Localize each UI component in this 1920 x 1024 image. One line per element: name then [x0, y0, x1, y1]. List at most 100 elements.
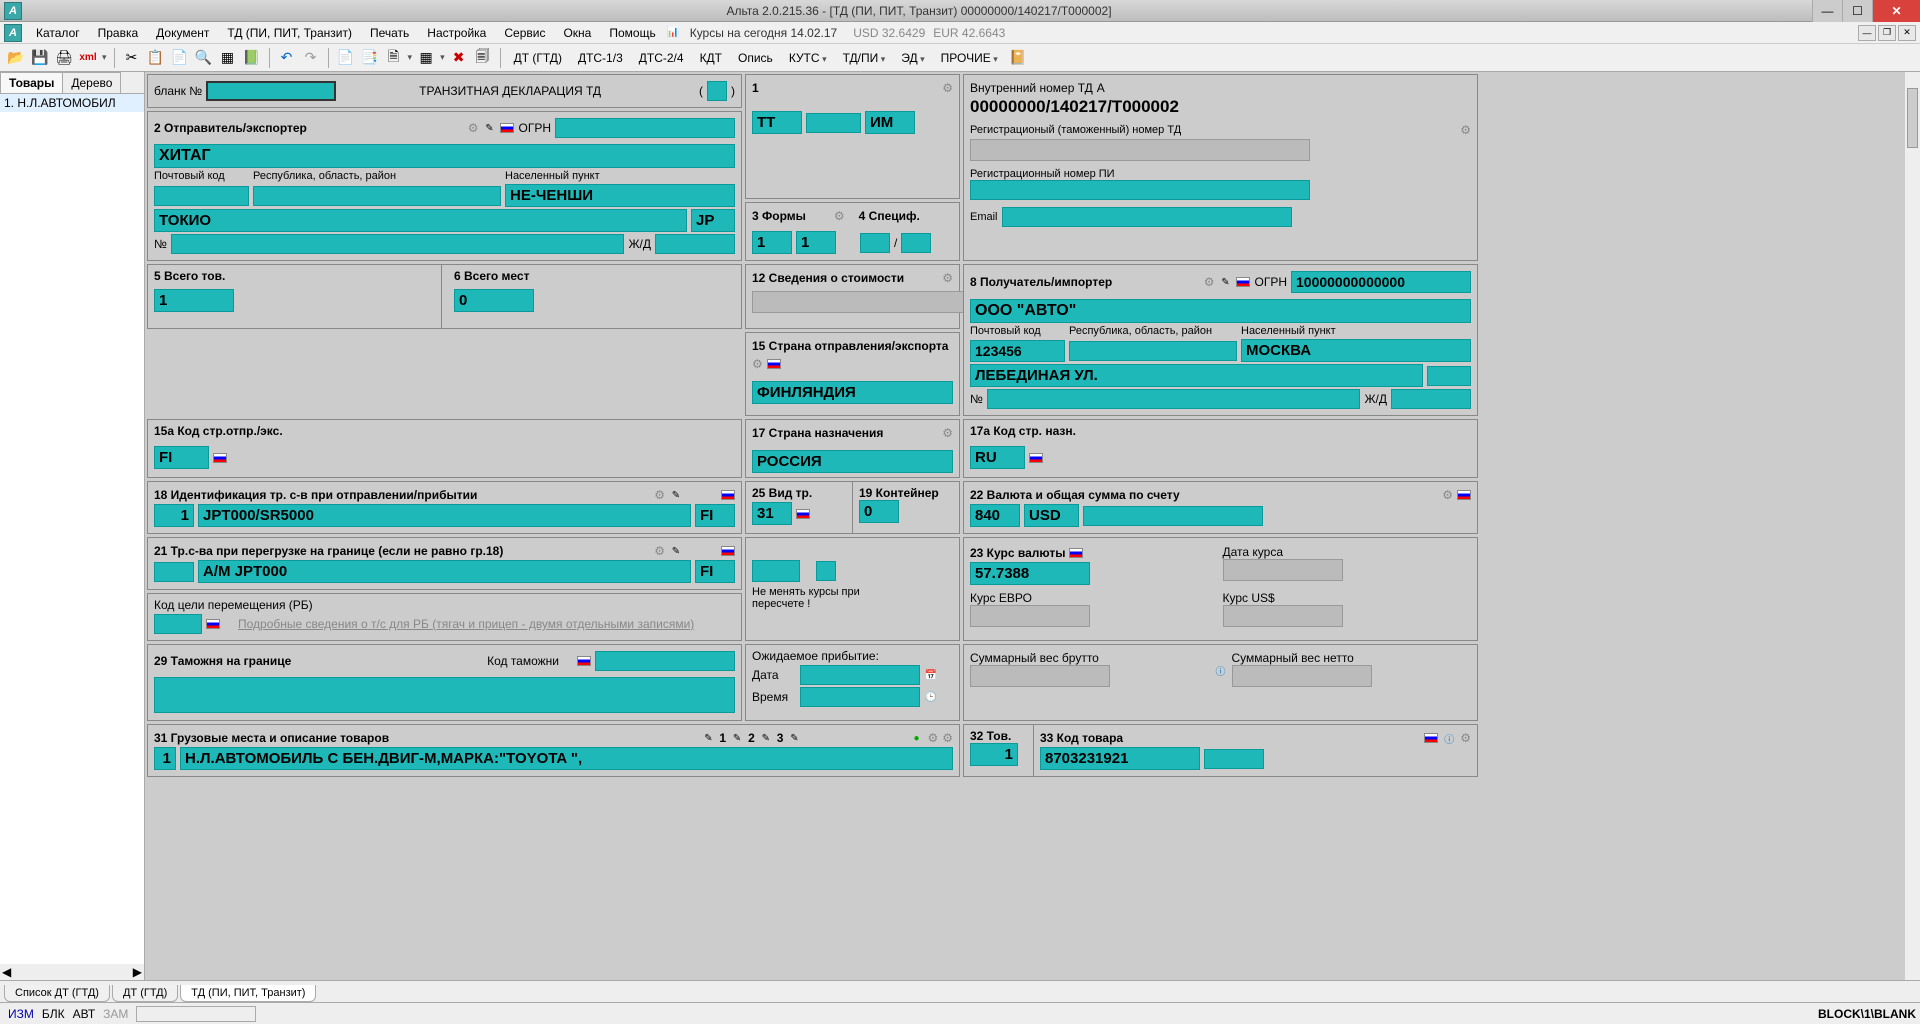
delete-icon[interactable]: ✖	[449, 48, 469, 68]
field-3b[interactable]: 1	[796, 231, 836, 254]
checkbox-keep-rates[interactable]	[816, 561, 836, 581]
save-icon[interactable]: 💾	[30, 48, 50, 68]
stack-icon[interactable]: 🗐	[473, 48, 493, 68]
flag-icon[interactable]	[1029, 453, 1043, 463]
field-region2[interactable]	[253, 186, 501, 206]
flag-icon[interactable]	[213, 453, 227, 463]
gear-icon[interactable]: ⚙	[752, 357, 763, 371]
field-recv-name[interactable]: ООО "АВТО"	[970, 299, 1471, 323]
field-reg-pi[interactable]	[970, 180, 1310, 200]
field-house8[interactable]	[987, 389, 1361, 409]
info-icon[interactable]: ⓘ	[1442, 731, 1456, 745]
menu-td[interactable]: ТД (ПИ, ПИТ, Транзит)	[219, 24, 360, 42]
flag-icon[interactable]	[577, 656, 591, 666]
tb-dts13[interactable]: ДТС-1/3	[572, 49, 629, 67]
new-doc-icon[interactable]: 📄	[336, 48, 356, 68]
field-decl-flag[interactable]	[707, 81, 727, 101]
field-4b[interactable]	[901, 233, 931, 253]
form-vscroll[interactable]	[1904, 72, 1920, 980]
field-city2b[interactable]: ТОКИО	[154, 209, 687, 232]
field-17a[interactable]: RU	[970, 446, 1025, 469]
find-icon[interactable]: 🔍	[194, 48, 214, 68]
menu-catalog[interactable]: Каталог	[28, 24, 88, 42]
btab-td[interactable]: ТД (ПИ, ПИТ, Транзит)	[180, 985, 316, 1002]
field-18v[interactable]: JPT000/SR5000	[198, 504, 691, 527]
tb-ed[interactable]: ЭД	[895, 49, 930, 67]
gear-icon[interactable]: ⚙	[927, 731, 938, 745]
sidebar-hscroll[interactable]: ◀▶	[0, 964, 144, 980]
info-icon[interactable]: ⓘ	[1214, 664, 1228, 678]
tb-dt[interactable]: ДТ (ГТД)	[508, 49, 568, 67]
xml-icon[interactable]: xml	[78, 48, 98, 68]
edit-icon[interactable]: ✎	[759, 731, 773, 745]
tab-goods[interactable]: Товары	[0, 72, 63, 93]
tb-other[interactable]: ПРОЧИЕ	[935, 49, 1004, 67]
field-street2[interactable]	[171, 234, 625, 254]
field-33[interactable]: 8703231921	[1040, 747, 1200, 770]
field-country2[interactable]: JP	[691, 209, 735, 232]
maximize-button[interactable]: ☐	[1842, 0, 1872, 22]
field-email[interactable]	[1002, 207, 1292, 227]
field-31n[interactable]: 1	[154, 747, 176, 770]
journal-icon[interactable]: 📔	[1008, 48, 1028, 68]
gear-icon[interactable]: ⚙	[942, 426, 953, 440]
grid-icon[interactable]: ▦	[218, 48, 238, 68]
gear-icon[interactable]: ⚙	[942, 731, 953, 745]
btab-dt[interactable]: ДТ (ГТД)	[112, 985, 178, 1002]
calendar-icon[interactable]: 📅	[924, 668, 938, 682]
field-rb[interactable]	[154, 614, 202, 634]
menu-service[interactable]: Сервис	[496, 24, 553, 42]
field-1-mid[interactable]	[806, 113, 861, 133]
redo-icon[interactable]: ↷	[301, 48, 321, 68]
menu-document[interactable]: Документ	[148, 24, 217, 42]
gear-icon[interactable]: ⚙	[1460, 731, 1471, 745]
edit-icon[interactable]: ✎	[669, 544, 683, 558]
field-brutto[interactable]	[970, 665, 1110, 687]
tb-kdt[interactable]: КДТ	[694, 49, 728, 67]
undo-icon[interactable]: ↶	[277, 48, 297, 68]
tb-tdpi[interactable]: ТД/ПИ	[837, 49, 892, 67]
field-city8[interactable]: МОСКВА	[1241, 339, 1471, 362]
flag-icon[interactable]	[796, 509, 810, 519]
field-5[interactable]: 1	[154, 289, 234, 312]
edit-icon[interactable]: ✎	[787, 731, 801, 745]
field-sender-name[interactable]: ХИТАГ	[154, 144, 735, 168]
menu-print[interactable]: Печать	[362, 24, 417, 42]
green-ball-icon[interactable]: ●	[909, 731, 923, 745]
field-33b[interactable]	[1204, 749, 1264, 769]
field-eur[interactable]	[970, 605, 1090, 627]
print-icon[interactable]: 🖨	[54, 48, 74, 68]
rates-today[interactable]: Курсы на сегодня 14.02.17	[682, 24, 846, 42]
flag-icon[interactable]	[1069, 548, 1083, 558]
field-city2a[interactable]: НЕ-ЧЕНШИ	[505, 184, 735, 207]
gear-icon[interactable]: ⚙	[942, 271, 953, 285]
cut-icon[interactable]: ✂	[122, 48, 142, 68]
field-usd[interactable]	[1223, 605, 1343, 627]
edit-icon[interactable]: ✎	[1218, 275, 1232, 289]
field-country8[interactable]	[1427, 366, 1471, 386]
field-3a[interactable]: 1	[752, 231, 792, 254]
field-18c[interactable]: FI	[695, 504, 735, 527]
table-icon[interactable]: ▦	[416, 48, 436, 68]
flag-icon[interactable]	[721, 490, 735, 500]
close-button[interactable]: ✕	[1872, 0, 1920, 22]
field-zd8[interactable]	[1391, 389, 1471, 409]
field-12[interactable]	[752, 291, 992, 313]
multi-doc-icon[interactable]: 🗎	[384, 48, 404, 68]
copy-icon[interactable]: 📋	[146, 48, 166, 68]
open-icon[interactable]: 📂	[6, 48, 26, 68]
field-29code[interactable]	[595, 651, 735, 671]
mdi-restore-button[interactable]: ❐	[1878, 25, 1896, 41]
field-arr-date[interactable]	[800, 665, 920, 685]
clock-icon[interactable]: 🕒	[924, 690, 938, 704]
field-15[interactable]: ФИНЛЯНДИЯ	[752, 381, 953, 404]
flag-icon[interactable]	[1424, 733, 1438, 743]
gear-icon[interactable]: ⚙	[942, 81, 953, 95]
flag-icon[interactable]	[767, 359, 781, 369]
field-region8[interactable]	[1069, 341, 1237, 361]
field-18n[interactable]: 1	[154, 504, 194, 527]
gear-icon[interactable]: ⚙	[1460, 123, 1471, 137]
flag-icon[interactable]	[206, 619, 220, 629]
list-item[interactable]: 1. Н.Л.АВТОМОБИЛ	[0, 94, 144, 112]
field-25[interactable]: 31	[752, 502, 792, 525]
